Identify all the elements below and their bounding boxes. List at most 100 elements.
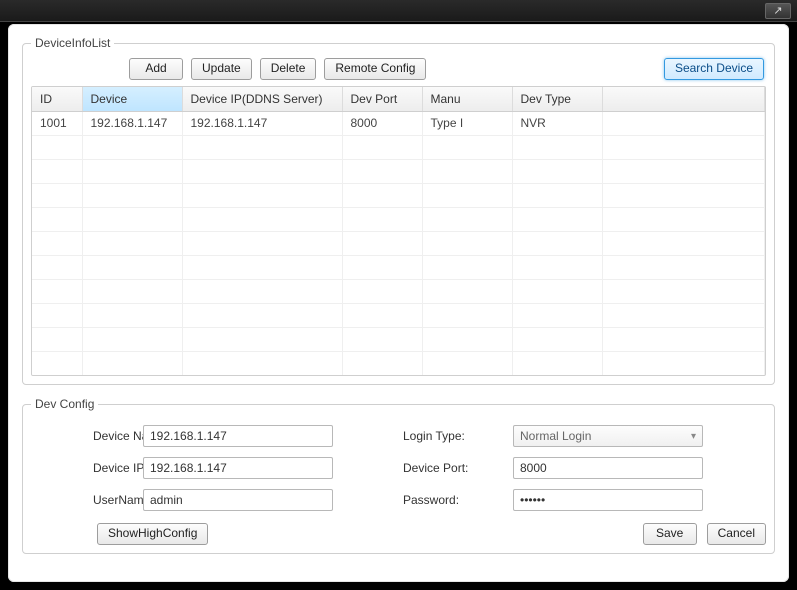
table-cell bbox=[512, 135, 602, 159]
table-cell bbox=[342, 183, 422, 207]
table-row bbox=[32, 231, 765, 255]
table-cell bbox=[82, 303, 182, 327]
table-cell bbox=[32, 159, 82, 183]
table-cell bbox=[602, 351, 765, 375]
table-cell bbox=[82, 375, 182, 376]
table-cell bbox=[82, 135, 182, 159]
table-cell bbox=[512, 207, 602, 231]
login-type-value: Normal Login bbox=[520, 429, 591, 443]
table-cell bbox=[342, 327, 422, 351]
table-row bbox=[32, 375, 765, 376]
table-cell bbox=[82, 279, 182, 303]
table-cell-filler bbox=[602, 111, 765, 135]
table-cell bbox=[422, 231, 512, 255]
grid-column-header[interactable]: Dev Port bbox=[342, 87, 422, 111]
main-window: DeviceInfoList Add Update Delete Remote … bbox=[8, 24, 789, 582]
table-cell bbox=[512, 327, 602, 351]
device-name-input[interactable] bbox=[143, 425, 333, 447]
table-cell bbox=[422, 135, 512, 159]
table-cell bbox=[602, 303, 765, 327]
password-input[interactable] bbox=[513, 489, 703, 511]
toolbar: Add Update Delete Remote Config Search D… bbox=[31, 58, 766, 86]
grid-column-header[interactable]: Device IP(DDNS Server) bbox=[182, 87, 342, 111]
table-cell bbox=[422, 279, 512, 303]
table-cell bbox=[342, 303, 422, 327]
table-cell bbox=[512, 279, 602, 303]
table-cell bbox=[82, 255, 182, 279]
device-ip-input[interactable] bbox=[143, 457, 333, 479]
grid-body: 1001192.168.1.147192.168.1.1478000Type I… bbox=[32, 111, 765, 376]
device-port-label: Device Port: bbox=[403, 461, 513, 475]
table-cell bbox=[512, 183, 602, 207]
add-button[interactable]: Add bbox=[129, 58, 183, 80]
restore-icon[interactable]: ↗ bbox=[765, 3, 791, 19]
show-high-config-button[interactable]: ShowHighConfig bbox=[97, 523, 208, 545]
table-cell bbox=[512, 255, 602, 279]
table-cell bbox=[32, 135, 82, 159]
delete-button[interactable]: Delete bbox=[260, 58, 317, 80]
table-cell bbox=[82, 207, 182, 231]
table-cell bbox=[82, 231, 182, 255]
table-cell bbox=[182, 159, 342, 183]
login-type-label: Login Type: bbox=[403, 429, 513, 443]
table-row bbox=[32, 159, 765, 183]
save-button[interactable]: Save bbox=[643, 523, 697, 545]
table-cell bbox=[32, 231, 82, 255]
table-cell bbox=[32, 351, 82, 375]
table-cell bbox=[82, 351, 182, 375]
table-cell bbox=[182, 135, 342, 159]
remote-config-button[interactable]: Remote Config bbox=[324, 58, 426, 80]
titlebar: ↗ bbox=[0, 0, 797, 22]
table-cell bbox=[602, 231, 765, 255]
table-cell bbox=[422, 207, 512, 231]
table-cell bbox=[602, 183, 765, 207]
table-cell bbox=[182, 255, 342, 279]
table-cell bbox=[182, 303, 342, 327]
table-row[interactable]: 1001192.168.1.147192.168.1.1478000Type I… bbox=[32, 111, 765, 135]
username-input[interactable] bbox=[143, 489, 333, 511]
table-cell bbox=[512, 159, 602, 183]
table-cell bbox=[422, 351, 512, 375]
table-row bbox=[32, 327, 765, 351]
table-cell bbox=[422, 159, 512, 183]
device-info-list-legend: DeviceInfoList bbox=[31, 36, 114, 50]
table-cell bbox=[512, 351, 602, 375]
table-row bbox=[32, 351, 765, 375]
table-cell bbox=[32, 183, 82, 207]
table-cell: Type I bbox=[422, 111, 512, 135]
table-cell bbox=[342, 279, 422, 303]
table-cell bbox=[32, 303, 82, 327]
dev-config-button-row: ShowHighConfig Save Cancel bbox=[31, 513, 766, 545]
table-row bbox=[32, 183, 765, 207]
table-cell bbox=[342, 375, 422, 376]
restore-glyph: ↗ bbox=[773, 4, 782, 17]
table-cell bbox=[82, 159, 182, 183]
grid-column-header[interactable]: Dev Type bbox=[512, 87, 602, 111]
table-cell bbox=[82, 183, 182, 207]
cancel-button[interactable]: Cancel bbox=[707, 523, 766, 545]
table-cell bbox=[342, 135, 422, 159]
table-cell bbox=[512, 231, 602, 255]
table-cell bbox=[602, 279, 765, 303]
device-port-input[interactable] bbox=[513, 457, 703, 479]
grid-column-header[interactable]: Manu bbox=[422, 87, 512, 111]
password-label: Password: bbox=[403, 493, 513, 507]
grid-column-header[interactable]: Device bbox=[82, 87, 182, 111]
dev-config-form: Device Name: Login Type: Normal Login ▾ … bbox=[31, 419, 766, 513]
table-cell bbox=[182, 183, 342, 207]
login-type-select[interactable]: Normal Login ▾ bbox=[513, 425, 703, 447]
table-cell bbox=[602, 159, 765, 183]
table-cell bbox=[32, 327, 82, 351]
table-cell bbox=[342, 231, 422, 255]
table-cell bbox=[512, 375, 602, 376]
device-grid[interactable]: IDDeviceDevice IP(DDNS Server)Dev PortMa… bbox=[31, 86, 766, 376]
update-button[interactable]: Update bbox=[191, 58, 252, 80]
table-cell bbox=[422, 303, 512, 327]
table-cell bbox=[32, 279, 82, 303]
table-cell bbox=[182, 375, 342, 376]
table-cell bbox=[602, 135, 765, 159]
search-device-button[interactable]: Search Device bbox=[664, 58, 764, 80]
table-cell bbox=[422, 255, 512, 279]
grid-column-header[interactable]: ID bbox=[32, 87, 82, 111]
table-cell: 8000 bbox=[342, 111, 422, 135]
